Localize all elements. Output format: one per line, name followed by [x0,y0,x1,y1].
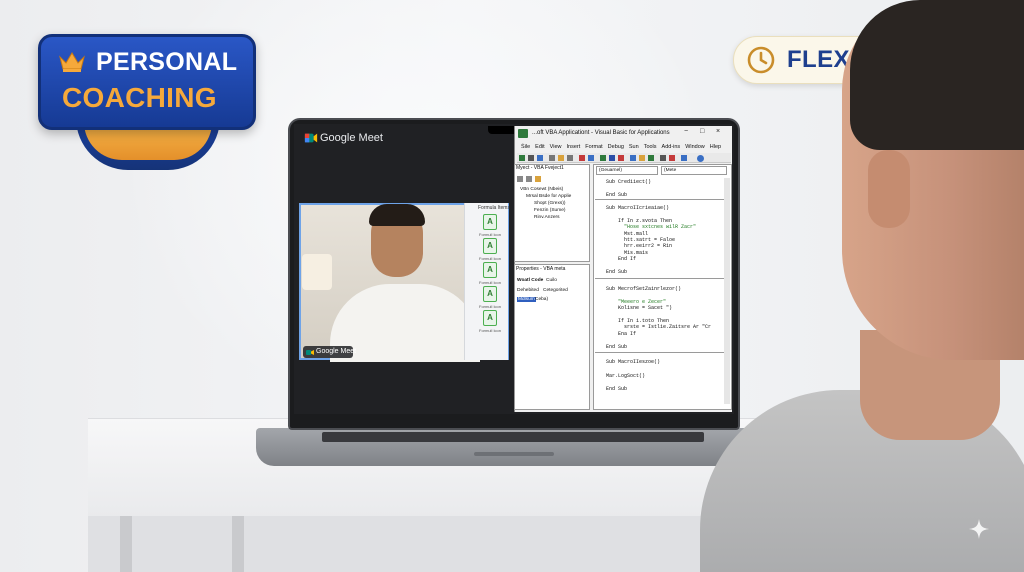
menu-view[interactable]: View [550,144,562,150]
code-line: End Sub [606,343,628,350]
code-block: Sub Crediiect() End Sub [606,179,651,198]
code-line: srste = Istlie.Zaitsre Ar "Cr [606,324,712,331]
project-explorer-title: Myect - VBA Fveject1 [516,165,564,171]
menu-run[interactable]: Sun [629,144,639,150]
object-combo[interactable]: (Geuarnel) [596,166,658,175]
side-panel-title: Formula Items [478,205,510,211]
property-value[interactable]: Ceba) [535,297,548,302]
menu-tools[interactable]: Tools [644,144,657,150]
properties-title: Properties - VBA meta [516,266,566,272]
tree-item[interactable]: Fenzin (Sume) [534,208,565,213]
code-line: End Sub [606,269,628,276]
properties-object-value[interactable]: Cuilo [546,278,557,283]
code-line: "Hose sxtcnes wilR Zacr" [606,224,697,231]
excel-file-icon[interactable]: A [483,238,497,254]
code-block: End Sub [606,386,627,392]
code-block: Sub MecrofSetZainrlezor() "Meeero e Zece… [606,286,711,350]
side-item-label: Formull Icon [479,304,502,309]
code-line: Sub Crediiect() [606,179,652,185]
google-meet-logo-icon [304,133,318,143]
viewer-hair [850,0,1024,150]
tab-categorized[interactable]: Cetegorited [543,288,568,293]
menu-file[interactable]: Ṡile [521,144,530,150]
google-meet-small-icon [306,350,314,355]
menu-addins[interactable]: Add-ins [662,144,681,150]
procedure-separator [595,278,727,279]
side-item-label: Formull Icon [479,232,502,237]
code-line: Mar.LogSoct() [606,373,646,379]
menu-edit[interactable]: Eḋit [535,144,544,150]
procedure-separator [595,199,727,200]
tree-item[interactable]: Mrsal Bsde for Applie [526,194,571,199]
participant-hair [369,204,425,226]
property-name[interactable]: Mdlsum [517,297,536,302]
code-line: End Sub [606,386,628,392]
sparkle-icon [969,519,989,539]
excel-file-icon[interactable]: A [483,286,497,302]
properties-object[interactable]: Woatl Code [517,278,543,283]
tree-item[interactable]: VBn Cosewt (Nbeis) [520,187,563,192]
side-item-label: Formull Icon [479,256,502,261]
excel-file-icon[interactable]: A [483,214,497,230]
procedure-separator [595,352,727,353]
code-scrollbar[interactable] [724,178,730,404]
excel-file-icon[interactable]: A [483,310,497,326]
laptop-trackpad [474,452,554,456]
code-block: Mar.LogSoct() [606,373,645,379]
vba-app-icon [518,129,528,138]
procedure-combo[interactable]: (Mete [661,166,727,175]
vba-window-title: ...oft VBA Applicationt - Visual Basic f… [532,130,670,136]
meet-pill-label: Google Meet [316,348,357,355]
code-line: Sub MacroIIeszoe() [606,359,661,365]
menu-insert[interactable]: Insert [566,144,580,150]
viewer-ear [868,150,910,228]
menu-help[interactable]: Hlep [710,144,721,150]
badge-line-2: COACHING [62,82,217,113]
tree-item[interactable]: Rinv.Anzers [534,215,560,220]
tab-alphabetic[interactable]: Dehebited [517,288,539,293]
code-block: Sub MacroIIcrieaiae() If In z.svota Then… [606,205,696,275]
desk-leg [232,516,244,572]
laptop-keyboard [322,432,704,442]
code-block: Sub MacroIIeszoe() [606,359,660,365]
desk-leg [120,516,132,572]
toolbar-icons[interactable] [519,154,709,162]
vba-menu-bar: Ṡile Eḋit View Insert Format Debug Sun T… [517,142,731,152]
close-button[interactable]: × [716,128,720,135]
menu-window[interactable]: Window [685,144,705,150]
excel-file-icon[interactable]: A [483,262,497,278]
tree-item[interactable]: Shopt (Grexs)) [534,201,565,206]
clock-icon [747,46,775,74]
minimize-button[interactable]: − [684,128,688,135]
menu-debug[interactable]: Debug [608,144,624,150]
menu-format[interactable]: Format [585,144,602,150]
maximize-button[interactable]: □ [700,128,704,135]
side-item-label: Formull Icon [479,328,502,333]
meet-app-title: Google Meet [320,132,383,144]
badge-line-1: PERSONAL [96,48,238,76]
project-toolbar-icons[interactable] [517,175,547,183]
side-item-label: Formull Icon [479,280,502,285]
crown-icon [59,52,85,72]
code-line: End Sub [606,191,628,198]
properties-pane [514,264,590,410]
background-lamp [302,254,332,290]
